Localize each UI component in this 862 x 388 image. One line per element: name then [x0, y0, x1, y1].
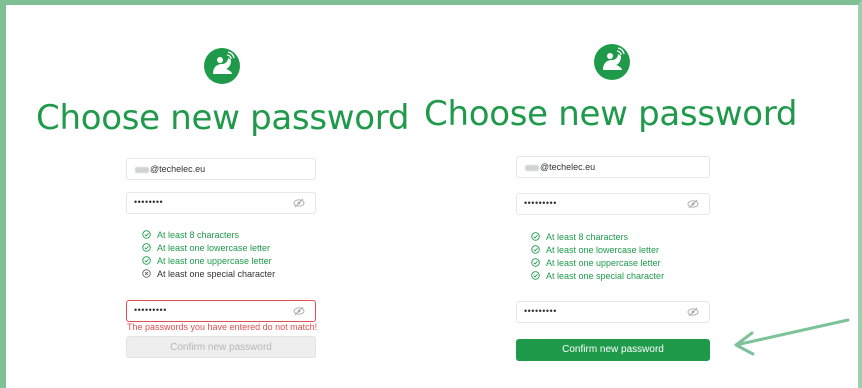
rule-item: At least 8 characters: [142, 229, 275, 242]
x-circle-icon: [142, 269, 151, 278]
rule-item: At least one uppercase letter: [142, 255, 275, 268]
email-value: @techelec.eu: [135, 164, 205, 174]
confirm-password-field[interactable]: •••••••••: [126, 300, 316, 322]
confirm-password-field[interactable]: •••••••••: [516, 301, 710, 323]
password-field[interactable]: ••••••••: [126, 192, 316, 214]
page-title: Choose new password: [424, 94, 798, 134]
redacted-blur: [135, 166, 149, 173]
confirm-password-dots: •••••••••: [134, 305, 167, 315]
check-circle-icon: [142, 230, 151, 239]
check-circle-icon: [531, 232, 540, 241]
rule-item: At least one special character: [142, 268, 275, 281]
check-circle-icon: [531, 258, 540, 267]
password-rules: At least 8 characters At least one lower…: [142, 229, 275, 281]
redacted-blur: [525, 164, 539, 171]
rule-item: At least one lowercase letter: [531, 244, 664, 257]
logo-icon: [594, 44, 630, 80]
check-circle-icon: [531, 271, 540, 280]
email-value: @techelec.eu: [525, 162, 595, 172]
eye-slash-icon[interactable]: [293, 306, 305, 316]
confirm-password-dots: •••••••••: [524, 306, 557, 316]
check-circle-icon: [142, 243, 151, 252]
rule-item: At least one special character: [531, 270, 664, 283]
rule-item: At least one lowercase letter: [142, 242, 275, 255]
rule-item: At least one uppercase letter: [531, 257, 664, 270]
eye-slash-icon[interactable]: [687, 307, 699, 317]
eye-slash-icon[interactable]: [687, 199, 699, 209]
check-circle-icon: [142, 256, 151, 265]
password-dots: ••••••••: [134, 197, 164, 207]
page-title: Choose new password: [36, 98, 410, 138]
email-field[interactable]: @techelec.eu: [516, 156, 710, 178]
email-field[interactable]: @techelec.eu: [126, 158, 316, 180]
confirm-new-password-button[interactable]: Confirm new password: [516, 339, 710, 361]
eye-slash-icon[interactable]: [293, 198, 305, 208]
check-circle-icon: [531, 245, 540, 254]
password-dots: •••••••••: [524, 198, 557, 208]
rule-item: At least 8 characters: [531, 231, 664, 244]
password-field[interactable]: •••••••••: [516, 193, 710, 215]
password-rules: At least 8 characters At least one lower…: [531, 231, 664, 283]
password-mismatch-error: The passwords you have entered do not ma…: [127, 322, 318, 332]
arrow-pointing-left-icon: [734, 318, 850, 356]
logo-icon: [204, 48, 240, 84]
confirm-new-password-button-disabled[interactable]: Confirm new password: [126, 336, 316, 358]
